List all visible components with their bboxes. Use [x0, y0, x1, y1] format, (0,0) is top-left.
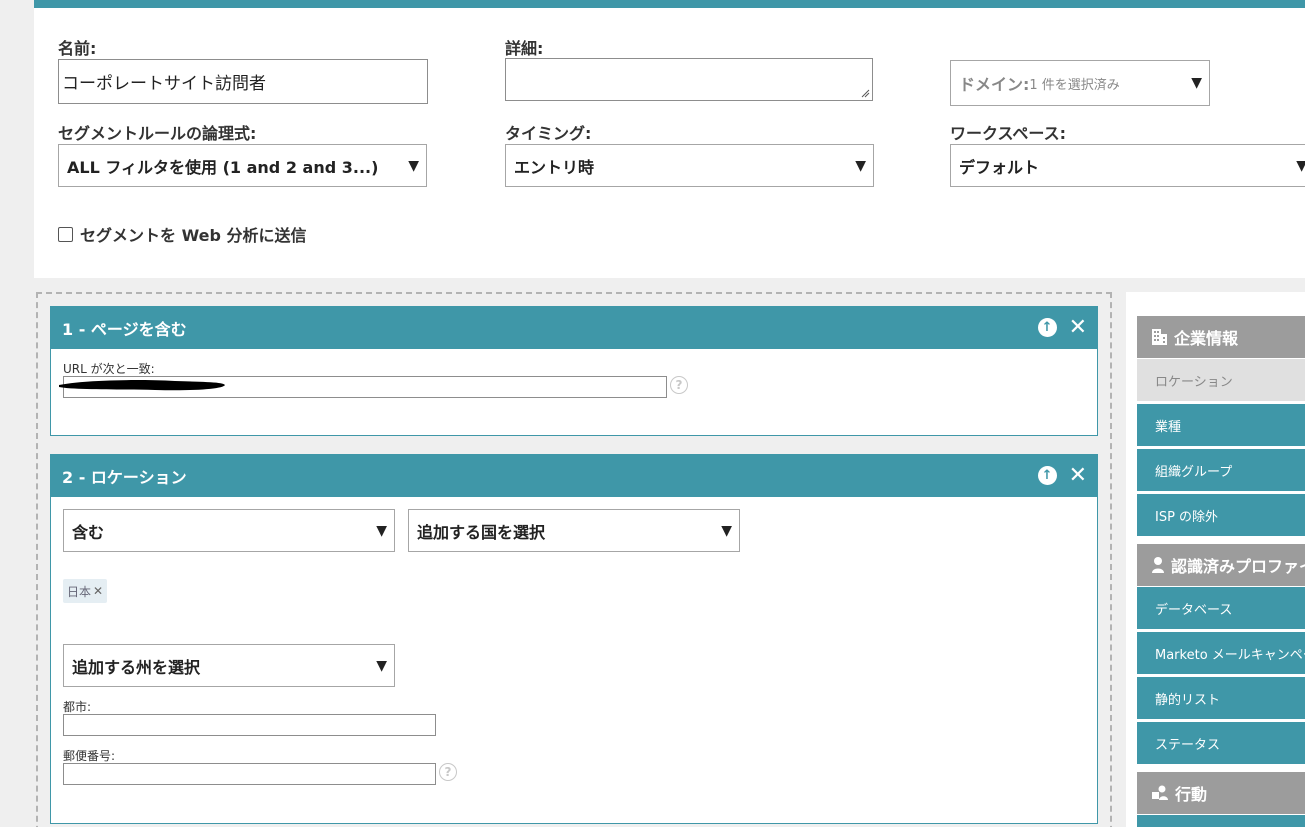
sidebar-item-static-list[interactable]: 静的リスト [1137, 677, 1305, 719]
domain-select[interactable]: ドメイン: 1 件を選択済み ▼ [950, 60, 1210, 106]
sidebar-item-isp-exclusion[interactable]: ISP の除外 [1137, 494, 1305, 536]
top-accent-bar [34, 0, 1305, 8]
chevron-down-icon: ▼ [1191, 75, 1202, 91]
close-icon[interactable]: ✕ [1069, 317, 1087, 339]
detail-textarea[interactable] [505, 58, 873, 101]
logic-select[interactable]: ALL フィルタを使用 (1 and 2 and 3...) ▼ [58, 144, 427, 187]
send-to-web-analytics-label: セグメントを Web 分析に送信 [80, 226, 307, 245]
rule-header: 2 - ロケーション ↑ ✕ [51, 455, 1097, 497]
domain-value: 1 件を選択済み [1029, 77, 1120, 93]
redacted-mark [59, 380, 225, 391]
help-icon[interactable]: ? [439, 763, 457, 781]
workspace-label: ワークスペース: [950, 124, 1066, 143]
timing-select[interactable]: エントリ時 ▼ [505, 144, 874, 187]
workspace-select[interactable]: デフォルト ▼ [950, 144, 1305, 187]
sidebar-item-org-group[interactable]: 組織グループ [1137, 449, 1305, 491]
person-icon [1151, 556, 1165, 574]
country-placeholder: 追加する国を選択 [417, 522, 546, 542]
timing-value: エントリ時 [514, 157, 595, 177]
building-icon [1151, 328, 1168, 346]
close-icon[interactable]: ✕ [1069, 465, 1087, 487]
sidebar-section-title: 企業情報 [1174, 329, 1239, 348]
rule-title: 2 - ロケーション [62, 468, 187, 487]
sidebar-section-behavior[interactable]: 行動 [1137, 772, 1305, 814]
timing-label: タイミング: [505, 124, 592, 143]
move-up-icon[interactable]: ↑ [1037, 466, 1057, 485]
zip-input[interactable] [63, 763, 436, 785]
sidebar-item-location[interactable]: ロケーション [1137, 359, 1305, 401]
country-tag: 日本 ✕ [63, 579, 108, 603]
workspace-value: デフォルト [959, 157, 1040, 177]
remove-tag-icon[interactable]: ✕ [93, 584, 103, 598]
rule-title: 1 - ページを含む [62, 320, 187, 339]
detail-label: 詳細: [505, 39, 544, 58]
chevron-down-icon: ▼ [721, 522, 732, 539]
country-select[interactable]: 追加する国を選択 ▼ [408, 509, 740, 552]
chevron-down-icon: ▼ [1296, 158, 1305, 174]
sidebar-item-database[interactable]: データベース [1137, 587, 1305, 629]
chevron-down-icon: ▼ [376, 522, 387, 539]
state-select[interactable]: 追加する州を選択 ▼ [63, 644, 395, 687]
name-input[interactable]: コーポレートサイト訪問者 [58, 59, 428, 104]
logic-label: セグメントルールの論理式: [58, 124, 257, 143]
zip-label: 郵便番号: [63, 749, 116, 763]
move-up-icon[interactable]: ↑ [1037, 318, 1057, 337]
sidebar-section-company-info[interactable]: 企業情報 [1137, 316, 1305, 358]
rule-card-pages: 1 - ページを含む ↑ ✕ [50, 306, 1098, 436]
sidebar-item-email-campaign[interactable]: Marketo メールキャンペーン [1137, 632, 1305, 674]
sidebar-item-status[interactable]: ステータス [1137, 722, 1305, 764]
send-to-web-analytics-checkbox[interactable] [58, 226, 73, 242]
sidebar-section-title: 行動 [1175, 785, 1208, 804]
chevron-down-icon: ▼ [408, 157, 419, 174]
rule-header: 1 - ページを含む ↑ ✕ [51, 307, 1097, 349]
domain-label: ドメイン: [959, 75, 1030, 94]
country-tag-label: 日本 [67, 584, 92, 599]
sidebar-item-behavior-next[interactable] [1137, 815, 1305, 827]
sidebar-section-title: 認識済みプロファイル [1171, 557, 1305, 576]
sidebar-item-industry[interactable]: 業種 [1137, 404, 1305, 446]
sidebar-section-known-profiles[interactable]: 認識済みプロファイル [1137, 544, 1305, 586]
city-input[interactable] [63, 714, 436, 736]
resize-grip-icon[interactable] [860, 88, 870, 98]
logic-value: ALL フィルタを使用 (1 and 2 and 3...) [67, 157, 379, 177]
location-operator-select[interactable]: 含む ▼ [63, 509, 395, 552]
behavior-icon [1151, 785, 1169, 801]
location-operator-value: 含む [72, 522, 105, 542]
chevron-down-icon: ▼ [855, 157, 866, 174]
city-label: 都市: [63, 700, 92, 714]
send-to-web-analytics-row[interactable]: セグメントを Web 分析に送信 [58, 222, 307, 246]
help-icon[interactable]: ? [670, 376, 688, 394]
state-placeholder: 追加する州を選択 [72, 657, 201, 677]
name-label: 名前: [58, 39, 97, 58]
chevron-down-icon: ▼ [376, 657, 387, 674]
